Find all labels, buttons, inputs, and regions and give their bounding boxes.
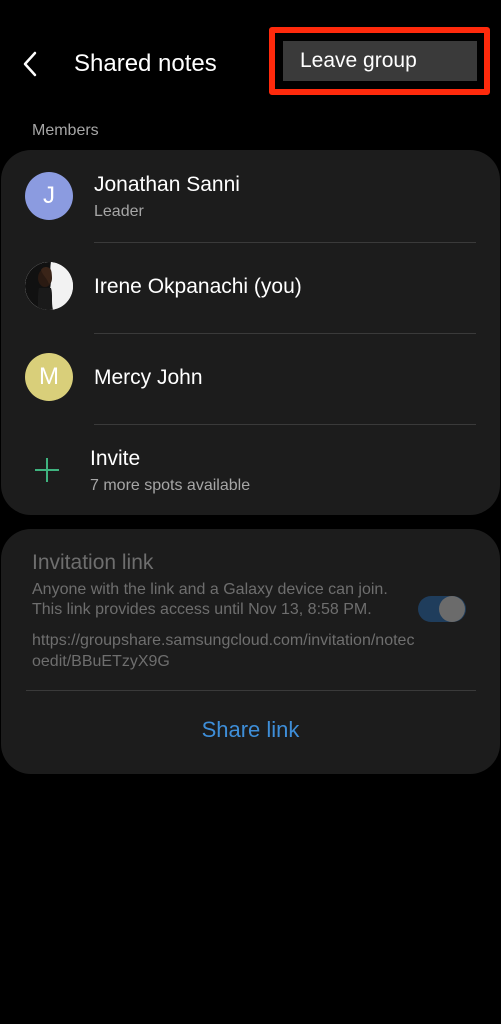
highlight-box <box>269 27 490 95</box>
plus-icon <box>35 458 59 482</box>
invite-label: Invite <box>90 447 141 470</box>
shared-notes-screen: Shared notes Leave group Members J Jonat… <box>0 0 501 1024</box>
share-link-button[interactable]: Share link <box>1 717 500 743</box>
avatar <box>25 262 73 310</box>
member-row[interactable]: Irene Okpanachi (you) <box>1 243 500 333</box>
avatar: M <box>25 353 73 401</box>
invitation-description: Anyone with the link and a Galaxy device… <box>32 581 388 618</box>
avatar: J <box>25 172 73 220</box>
member-role: Leader <box>94 203 144 220</box>
invitation-toggle[interactable] <box>418 596 466 622</box>
back-button[interactable] <box>22 44 62 84</box>
members-card: J Jonathan Sanni Leader Irene Okpanachi … <box>1 150 500 515</box>
member-row[interactable]: J Jonathan Sanni Leader <box>1 150 500 242</box>
page-title: Shared notes <box>74 50 217 77</box>
toggle-knob <box>439 596 465 622</box>
member-name: Mercy John <box>94 366 203 389</box>
profile-photo-icon <box>25 262 73 310</box>
invitation-card: Invitation link Anyone with the link and… <box>1 529 500 774</box>
member-name: Irene Okpanachi (you) <box>94 275 302 298</box>
member-row[interactable]: M Mercy John <box>1 334 500 424</box>
invitation-url: https://groupshare.samsungcloud.com/invi… <box>32 632 415 670</box>
invitation-title: Invitation link <box>32 551 154 574</box>
chevron-left-icon <box>23 51 37 77</box>
invite-sub: 7 more spots available <box>90 477 251 494</box>
members-section-label: Members <box>32 122 99 139</box>
avatar-initial: M <box>39 363 59 390</box>
avatar-initial: J <box>43 182 55 209</box>
divider <box>26 690 476 691</box>
member-name: Jonathan Sanni <box>94 173 240 196</box>
invite-row[interactable]: Invite 7 more spots available <box>1 425 500 515</box>
